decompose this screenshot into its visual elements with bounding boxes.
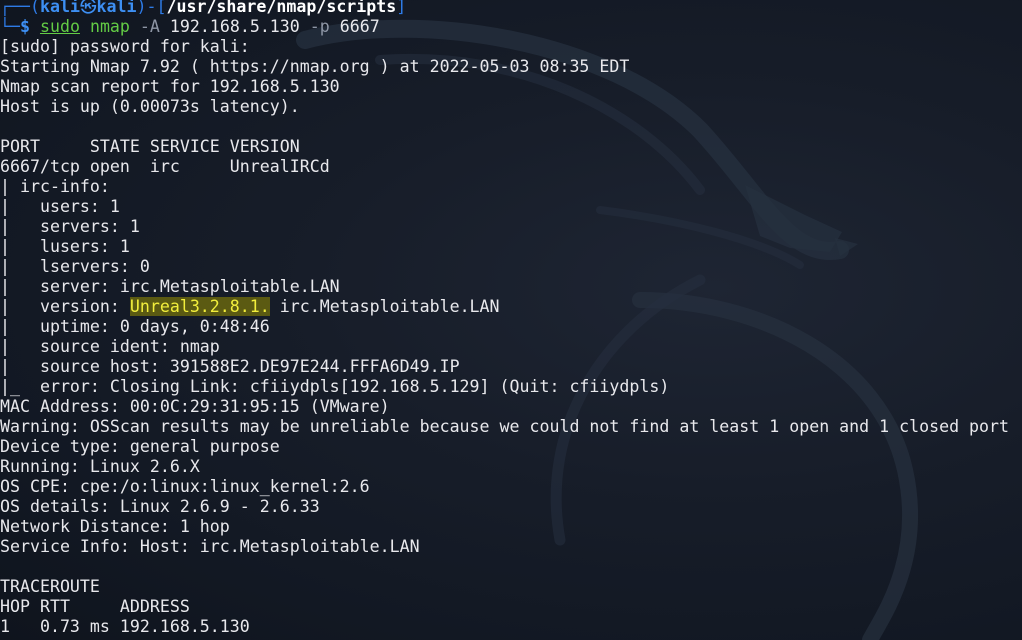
port-table-row: 6667/tcp open irc UnrealIRCd: [0, 157, 330, 176]
irc-info-server: | server: irc.Metasploitable.LAN: [0, 277, 340, 296]
output-mac-address: MAC Address: 00:0C:29:31:95:15 (VMware): [0, 397, 390, 416]
traceroute-row: 1 0.73 ms 192.168.5.130: [0, 617, 250, 636]
irc-info-source-ident: | source ident: nmap: [0, 337, 220, 356]
port-table-header: PORT STATE SERVICE VERSION: [0, 137, 300, 156]
command-program: nmap: [89, 17, 130, 36]
irc-info-lservers: | lservers: 0: [0, 257, 150, 276]
version-suffix: irc.Metasploitable.LAN: [269, 297, 500, 316]
prompt-header-line: ┌──(kali㉿kali)-[/usr/share/nmap/scripts]: [0, 0, 1022, 17]
output-device-type: Device type: general purpose: [0, 437, 280, 456]
command-flag-p: -p: [309, 17, 330, 36]
command-port: 6667: [339, 17, 380, 36]
output-os-cpe: OS CPE: cpe:/o:linux:linux_kernel:2.6: [0, 477, 370, 496]
irc-info-error: |_ error: Closing Link: cfiiydpls[192.16…: [0, 377, 670, 396]
irc-info-source-host: | source host: 391588E2.DE97E244.FFFA6D4…: [0, 357, 460, 376]
sudo-password-prompt: [sudo] password for kali:: [0, 37, 250, 56]
prompt-user: kali: [39, 0, 80, 16]
irc-info-header: | irc-info:: [0, 177, 110, 196]
output-starting: Starting Nmap 7.92 ( https://nmap.org ) …: [0, 57, 630, 76]
output-os-details: OS details: Linux 2.6.9 - 2.6.33: [0, 497, 320, 516]
version-prefix: | version:: [0, 297, 130, 316]
prompt-frame-mid: )-[: [136, 0, 167, 16]
output-host-up: Host is up (0.00073s latency).: [0, 97, 300, 116]
output-service-info: Service Info: Host: irc.Metasploitable.L…: [0, 537, 420, 556]
irc-info-version: | version: Unreal3.2.8.1. irc.Metasploit…: [0, 297, 1022, 317]
prompt-frame-bottom: └─: [0, 17, 20, 36]
terminal-window[interactable]: ┌──(kali㉿kali)-[/usr/share/nmap/scripts]…: [0, 0, 1022, 640]
command-sudo: sudo: [39, 17, 80, 36]
prompt-frame-top: ┌──(: [0, 0, 40, 16]
terminal-output: ┌──(kali㉿kali)-[/usr/share/nmap/scripts]…: [0, 0, 1022, 637]
irc-info-uptime: | uptime: 0 days, 0:48:46: [0, 317, 270, 336]
prompt-host: kali: [96, 0, 137, 16]
prompt-dollar: $: [19, 17, 30, 36]
prompt-cwd: /usr/share/nmap/scripts: [166, 0, 397, 16]
prompt-skull-icon: ㉿: [79, 0, 97, 16]
irc-info-servers: | servers: 1: [0, 217, 140, 236]
irc-info-users: | users: 1: [0, 197, 120, 216]
output-scan-report: Nmap scan report for 192.168.5.130: [0, 77, 340, 96]
output-warning: Warning: OSScan results may be unreliabl…: [0, 417, 1010, 436]
prompt-frame-end: ]: [396, 0, 407, 16]
output-running: Running: Linux 2.6.X: [0, 457, 200, 476]
command-target: 192.168.5.130: [169, 17, 300, 36]
traceroute-header: HOP RTT ADDRESS: [0, 597, 190, 616]
output-network-distance: Network Distance: 1 hop: [0, 517, 230, 536]
command-line[interactable]: └─$ sudo nmap -A 192.168.5.130 -p 6667: [0, 17, 1022, 37]
version-highlight: Unreal3.2.8.1.: [129, 297, 270, 316]
irc-info-lusers: | lusers: 1: [0, 237, 130, 256]
traceroute-title: TRACEROUTE: [0, 577, 100, 596]
command-flag-a: -A: [139, 17, 160, 36]
